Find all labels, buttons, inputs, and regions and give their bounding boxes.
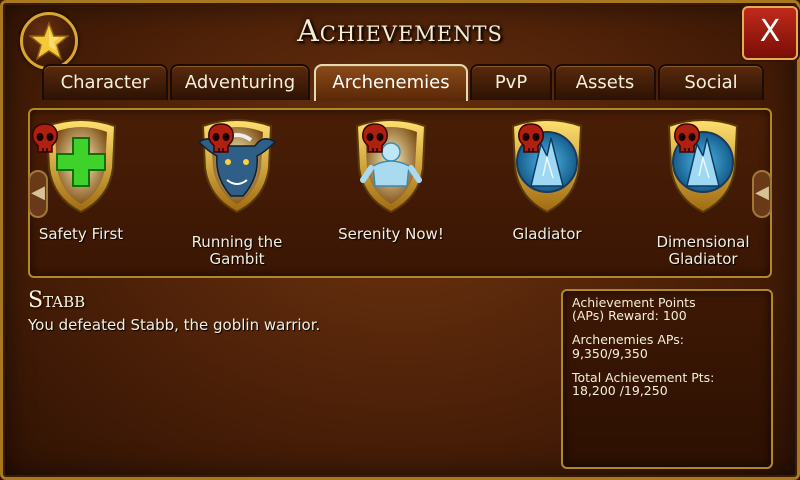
achievement-label: Safety First	[38, 225, 124, 243]
category-points-value: 9,350/9,350	[572, 346, 648, 361]
points-panel: Achievement Points (APs) Reward: 100 Arc…	[561, 289, 773, 469]
tab-adventuring[interactable]: Adventuring	[170, 64, 310, 100]
skull-icon	[518, 123, 544, 153]
window-title: Achievements	[297, 14, 503, 49]
skull-icon	[32, 123, 58, 153]
achievement-label: Gladiator	[512, 225, 582, 243]
achievement-item[interactable]: Gladiator	[472, 116, 622, 266]
skull-icon	[208, 123, 234, 153]
tab-assets[interactable]: Assets	[554, 64, 656, 100]
tab-bar: Character Adventuring Archenemies PvP As…	[42, 64, 764, 101]
category-points-label: Archenemies APs:	[572, 332, 684, 347]
reward-value: (APs) Reward: 100	[572, 308, 687, 323]
achievement-label: Serenity Now!	[338, 225, 444, 243]
achievement-item[interactable]: Running the Gambit	[162, 116, 312, 268]
tab-archenemies[interactable]: Archenemies	[314, 64, 468, 101]
achievement-item[interactable]: Dimensional Gladiator	[628, 116, 778, 268]
skull-icon	[674, 123, 700, 153]
achievement-description: You defeated Stabb, the goblin warrior.	[28, 316, 321, 334]
total-points-value: 18,200 /19,250	[572, 383, 668, 398]
close-button[interactable]: X	[742, 6, 798, 60]
achievement-label: Running the Gambit	[191, 233, 283, 268]
tab-character[interactable]: Character	[42, 64, 168, 100]
tab-social[interactable]: Social	[658, 64, 764, 100]
achievement-name: Stabb	[28, 288, 86, 313]
achievement-label: Dimensional Gladiator	[656, 233, 750, 268]
skull-icon	[362, 123, 388, 153]
achievement-item[interactable]: Safety First	[6, 116, 156, 266]
achievement-strip: ◀ ◀ Safety First Running the Gambit Sere…	[28, 108, 772, 278]
tab-pvp[interactable]: PvP	[470, 64, 552, 100]
achievement-item[interactable]: Serenity Now!	[316, 116, 466, 266]
